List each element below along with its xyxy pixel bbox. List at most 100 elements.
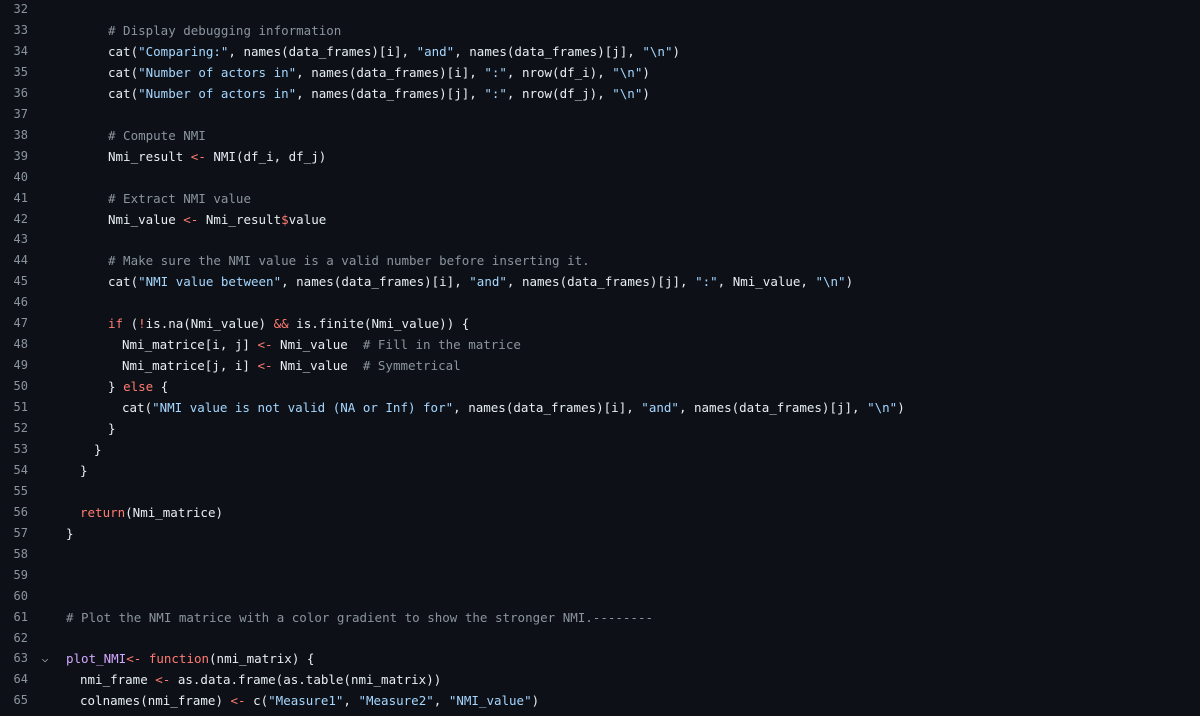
code-line[interactable]: 59 xyxy=(0,565,1200,586)
code-token: Nmi_matrice[i, j] xyxy=(122,337,258,353)
code-line[interactable]: 34 cat("Comparing:", names(data_frames)[i… xyxy=(0,41,1200,62)
code-line[interactable]: 55 xyxy=(0,481,1200,502)
code-token: cat( xyxy=(108,43,139,59)
code-token: ) xyxy=(642,85,650,101)
code-line[interactable]: 52} xyxy=(0,418,1200,439)
code-text: Nmi_matrice[j, i] <- Nmi_value # Symmetr… xyxy=(122,355,461,376)
line-number: 57 xyxy=(13,525,28,540)
code-line[interactable]: 42 Nmi_value <- Nmi_result$value xyxy=(0,209,1200,230)
code-token: , nrow(df_j), xyxy=(506,85,613,101)
code-line[interactable]: 57} xyxy=(0,523,1200,544)
code-text: # Extract NMI value xyxy=(108,188,251,209)
code-token: , names(data_frames)[j], xyxy=(454,43,643,59)
code-token: Nmi_value xyxy=(108,211,184,227)
code-token: ) xyxy=(897,400,905,416)
code-line[interactable]: 49 Nmi_matrice[j, i] <- Nmi_value # Symme… xyxy=(0,355,1200,376)
code-token: } xyxy=(66,525,74,541)
code-token: "\n" xyxy=(612,85,643,101)
code-token: "Number of actors in" xyxy=(138,85,297,101)
code-line[interactable]: 65 colnames(nmi_frame) <- c("Measure1", "… xyxy=(0,690,1200,711)
code-text: nmi_frame <- as.data.frame(as.table(nmi_… xyxy=(80,669,441,690)
line-number: 63 xyxy=(13,651,28,666)
code-line[interactable]: 38 # Compute NMI xyxy=(0,125,1200,146)
code-token: <- xyxy=(126,651,142,667)
code-text: # Plot the NMI matrice with a color grad… xyxy=(66,607,653,628)
code-line[interactable]: 41 # Extract NMI value xyxy=(0,188,1200,209)
code-token: $ xyxy=(281,211,289,227)
code-line[interactable]: 50 } else { xyxy=(0,376,1200,397)
code-token: && xyxy=(273,316,289,332)
code-text: cat("Number of actors in", names(data_fr… xyxy=(108,62,650,83)
code-line[interactable]: 44 # Make sure the NMI value is a valid n… xyxy=(0,250,1200,271)
code-token: "NMI_value" xyxy=(448,693,532,709)
code-token: "\n" xyxy=(815,274,846,290)
code-token: # Extract NMI value xyxy=(108,190,251,206)
code-token: # Compute NMI xyxy=(108,127,206,143)
code-line[interactable]: 47 if (!is.na(Nmi_value) && is.finite(Nmi… xyxy=(0,313,1200,334)
code-line[interactable]: 39 Nmi_result <- NMI(df_i, df_j) xyxy=(0,146,1200,167)
code-token: <- xyxy=(257,358,273,374)
code-line[interactable]: 33 # Display debugging information xyxy=(0,20,1200,41)
line-number: 40 xyxy=(13,169,28,184)
code-token: ) xyxy=(642,64,650,80)
code-line[interactable]: 45 cat("NMI value between", names(data_fr… xyxy=(0,271,1200,292)
code-token: function xyxy=(148,651,210,667)
code-editor[interactable]: 32 33 # Display debugging information 34 cat… xyxy=(0,0,1200,716)
code-token: nmi_frame xyxy=(80,672,156,688)
code-line[interactable]: 51 cat("NMI value is not valid (NA or Inf… xyxy=(0,397,1200,418)
code-line[interactable]: 53} xyxy=(0,439,1200,460)
code-token: "Number of actors in" xyxy=(138,64,297,80)
code-token: if xyxy=(108,316,124,332)
code-token: # Fill in the matrice xyxy=(362,337,521,353)
code-text: return(Nmi_matrice) xyxy=(80,502,223,523)
code-text: } else { xyxy=(108,376,168,397)
code-line[interactable]: 46 xyxy=(0,292,1200,313)
line-number: 51 xyxy=(13,400,28,415)
code-line[interactable]: 64 nmi_frame <- as.data.frame(as.table(nm… xyxy=(0,669,1200,690)
code-token: , Nmi_value, xyxy=(717,274,816,290)
code-text: cat("NMI value between", names(data_fram… xyxy=(108,271,853,292)
code-token: "\n" xyxy=(612,64,643,80)
code-text: plot_NMI<- function(nmi_matrix) { xyxy=(66,648,314,669)
code-line[interactable]: 37 xyxy=(0,104,1200,125)
code-line[interactable]: 54} xyxy=(0,460,1200,481)
line-number: 50 xyxy=(13,379,28,394)
code-line[interactable]: 40 xyxy=(0,167,1200,188)
code-token: # Symmetrical xyxy=(362,358,461,374)
code-token: "NMI value between" xyxy=(138,274,282,290)
line-number: 32 xyxy=(13,2,28,16)
line-number: 33 xyxy=(13,22,28,37)
code-token: "and" xyxy=(469,274,507,290)
line-number: 37 xyxy=(13,106,28,121)
code-line[interactable]: 48 Nmi_matrice[i, j] <- Nmi_value # Fill … xyxy=(0,334,1200,355)
code-token: (Nmi_matrice) xyxy=(125,504,223,520)
line-number: 65 xyxy=(13,693,28,708)
code-line[interactable]: 56 return(Nmi_matrice) xyxy=(0,502,1200,523)
code-token: } xyxy=(108,379,124,395)
code-token: cat( xyxy=(108,274,139,290)
code-token: , xyxy=(433,693,449,709)
code-line[interactable]: 60 xyxy=(0,586,1200,607)
code-token: is.finite(Nmi_value)) { xyxy=(288,316,470,332)
code-line[interactable]: 61 # Plot the NMI matrice with a color gr… xyxy=(0,607,1200,628)
code-token: cat( xyxy=(122,400,153,416)
code-line[interactable]: 36 cat("Number of actors in", names(data_… xyxy=(0,83,1200,104)
code-token: is.na(Nmi_value) xyxy=(145,316,274,332)
code-text: Nmi_matrice[i, j] <- Nmi_value # Fill in… xyxy=(122,334,521,355)
fold-chevron-icon[interactable]: ⌵ xyxy=(38,648,52,669)
code-line[interactable]: 62 xyxy=(0,628,1200,649)
code-line[interactable]: 43 xyxy=(0,229,1200,250)
code-text: colnames(nmi_frame) <- c("Measure1", "Me… xyxy=(80,690,539,711)
code-text: } xyxy=(94,439,102,460)
code-line[interactable]: 35 cat("Number of actors in", names(data_… xyxy=(0,62,1200,83)
code-token: cat( xyxy=(108,64,139,80)
code-text: } xyxy=(108,418,116,439)
code-line[interactable]: 32 xyxy=(0,0,1200,20)
code-token: as.data.frame(as.table(nmi_matrix)) xyxy=(170,672,442,688)
code-text: Nmi_result <- NMI(df_i, df_j) xyxy=(108,146,326,167)
line-number: 62 xyxy=(13,630,28,645)
code-line[interactable]: 58 xyxy=(0,544,1200,565)
code-line[interactable]: 63 ⌵ plot_NMI<- function(nmi_matrix) { xyxy=(0,648,1200,669)
code-token: } xyxy=(108,421,116,436)
line-number: 47 xyxy=(13,316,28,331)
